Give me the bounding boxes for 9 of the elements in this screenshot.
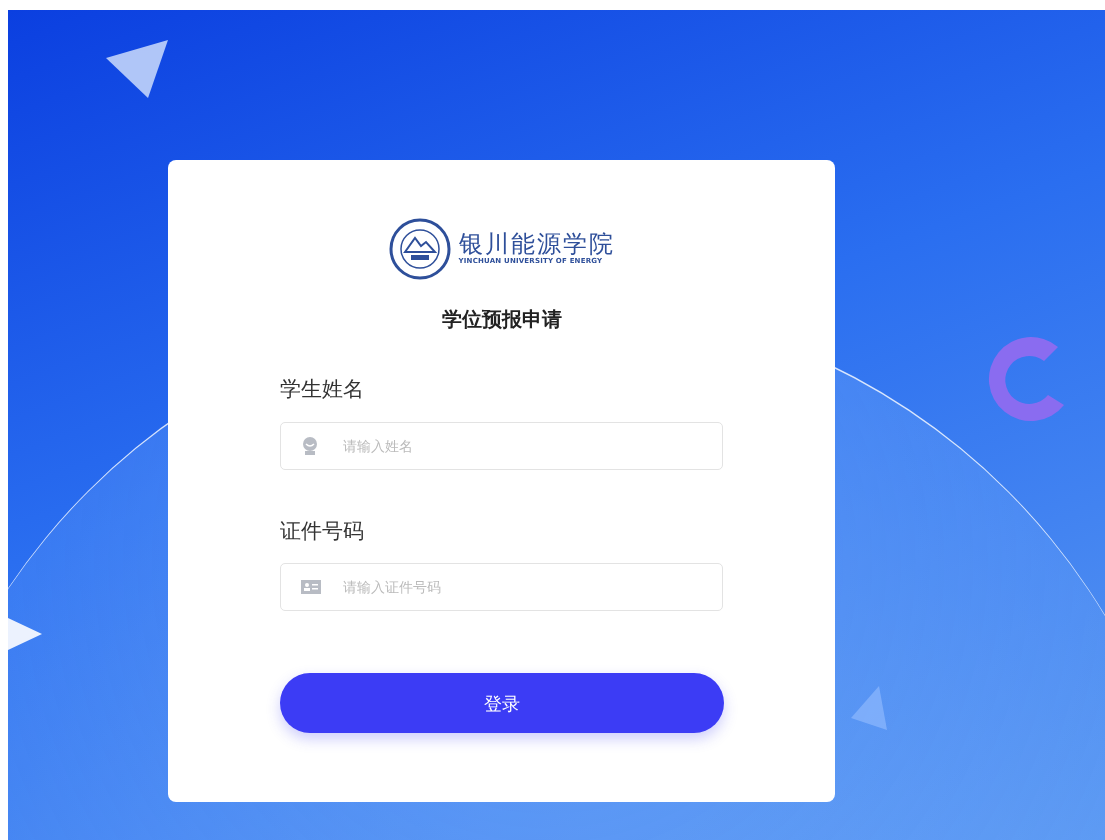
field-label: 学生姓名 [280,376,365,403]
input-field[interactable]: 请输入姓名 [280,421,723,470]
input-field[interactable]: 请输入证件号码 [280,563,723,611]
university-name: 银川能源学院 [458,231,615,256]
university-seal-icon [388,218,451,280]
field-label: 证件号码 [280,517,365,545]
login-button[interactable]: 登录 [280,673,724,733]
id-card-icon [301,577,321,597]
form-title: 学位预报申请 [440,306,563,333]
